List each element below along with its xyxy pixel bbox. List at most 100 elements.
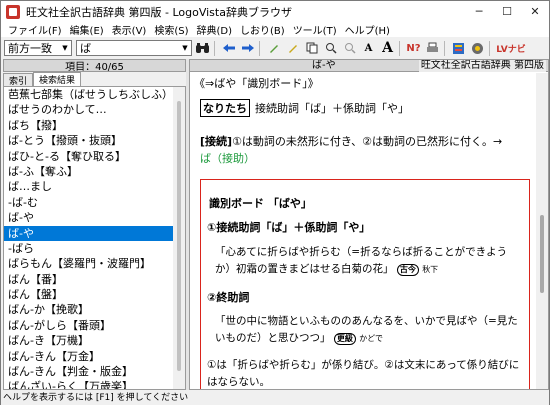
- list-item[interactable]: ばらもん【婆羅門・波羅門】: [4, 256, 173, 271]
- naritachi-line: なりたち 接続助詞「ば」＋係助詞「や」: [200, 99, 409, 117]
- binoculars-icon[interactable]: [194, 40, 211, 57]
- list-item[interactable]: ばせうのわかして…: [4, 102, 173, 117]
- entry-scrollbar[interactable]: [536, 73, 548, 389]
- app-icon: [6, 4, 20, 19]
- toolbar-separator: [259, 40, 260, 56]
- back-arrow-icon[interactable]: [220, 40, 237, 57]
- status-bar: ヘルプを表示するには [F1] を押してください: [1, 392, 549, 405]
- entry-headword[interactable]: 《⇒ばや「識別ボード」》: [194, 75, 319, 91]
- entry-content: 《⇒ばや「識別ボード」》 なりたち 接続助詞「ば」＋係助詞「や」 [接続]①は動…: [190, 73, 536, 389]
- board-title: 識別ボード 「ばや」: [209, 197, 312, 210]
- print-icon[interactable]: [424, 40, 441, 57]
- source-section: かどで: [359, 334, 384, 343]
- window-title: 旺文社全訳古語辞典 第四版 - LogoVista辞典ブラウザ: [26, 5, 292, 19]
- list-item[interactable]: ばんざい-らく【万歳楽】: [4, 379, 173, 389]
- toolbar-separator: [214, 40, 215, 56]
- zoom-in-icon[interactable]: [322, 40, 339, 57]
- search-input-value: ば: [80, 42, 91, 55]
- connection-paragraph: [接続]①は動詞の未然形に付き、②は動詞の已然形に付く。→ ば（接助）: [200, 133, 532, 167]
- scrollbar-thumb[interactable]: [177, 101, 181, 371]
- scrollbar-thumb[interactable]: [540, 215, 544, 293]
- entry-header-dictionary: 旺文社全訳古語辞典 第四版: [418, 60, 546, 72]
- window-controls: ─ ☐ ✕: [465, 1, 549, 21]
- source-section: 秋下: [422, 265, 439, 274]
- left-tabs: 索引 検索結果: [3, 72, 186, 87]
- entry-header-word: ば-や: [312, 60, 336, 71]
- list-item[interactable]: ばん-か【挽歌】: [4, 302, 173, 317]
- list-item[interactable]: ば…まし: [4, 179, 173, 194]
- tab-search-results[interactable]: 検索結果: [33, 72, 82, 86]
- search-input[interactable]: ば ▼: [76, 40, 192, 56]
- board-note: ①は「折らばや折らむ」が係り結び。②は文末にあって係り結びにはならない。: [207, 359, 520, 388]
- menu-view[interactable]: 表示(V): [108, 22, 151, 37]
- connection-link[interactable]: ば（接助）: [200, 152, 255, 165]
- board-example-2: 「世の中に物語といふもののあんなるを、いかで見ばや（=見たいものだ）と思ひつつ」…: [215, 313, 520, 347]
- connection-text: ①は動詞の未然形に付き、②は動詞の已然形に付く。→: [232, 135, 503, 148]
- list-item[interactable]: 芭蕉七部集（ばせうしちぶしふ）: [4, 87, 173, 102]
- highlighter-icon[interactable]: [284, 40, 301, 57]
- zoom-out-icon[interactable]: [341, 40, 358, 57]
- list-item[interactable]: ばん-きん【万金】: [4, 349, 173, 364]
- identification-board: 識別ボード 「ばや」 ①接続助詞「ば」＋係助詞「や」 「心あてに折らばや折らむ（…: [200, 179, 530, 389]
- menu-edit[interactable]: 編集(E): [66, 22, 108, 37]
- chevron-down-icon: ▼: [182, 44, 188, 52]
- list-item[interactable]: ばん-き【万機】: [4, 333, 173, 348]
- entry-header: ば-や 旺文社全訳古語辞典 第四版: [190, 60, 548, 72]
- list-item[interactable]: ば-や: [4, 225, 173, 241]
- results-scrollbar[interactable]: [173, 87, 185, 389]
- list-item[interactable]: ば-ふ【奪ふ】: [4, 164, 173, 179]
- lv-navi-button[interactable]: LVナビ: [495, 40, 527, 57]
- minimize-button[interactable]: ─: [465, 1, 493, 21]
- toolbar-separator: [399, 40, 400, 56]
- left-pane: 項目：40/65 索引 検索結果 芭蕉七部集（ばせうしちぶしふ） ばせうのわかして…: [3, 59, 186, 390]
- copy-icon[interactable]: [303, 40, 320, 57]
- pencil-icon[interactable]: [265, 40, 282, 57]
- entry-pane: ば-や 旺文社全訳古語辞典 第四版 《⇒ばや「識別ボード」》 なりたち 接続助詞…: [189, 59, 549, 390]
- menu-file[interactable]: ファイル(F): [4, 22, 66, 37]
- list-item[interactable]: ばん【番】: [4, 272, 173, 287]
- dictionary-list-icon[interactable]: [450, 40, 467, 57]
- tab-index[interactable]: 索引: [3, 73, 34, 87]
- list-item[interactable]: -ば-む: [4, 195, 173, 210]
- menu-bar: ファイル(F) 編集(E) 表示(V) 検索(S) 辞典(D) しおり(B) ツ…: [1, 22, 549, 37]
- list-item[interactable]: ば-とう【撥頭・抜頭】: [4, 133, 173, 148]
- search-mode-select[interactable]: 前方一致 ▼: [4, 40, 72, 56]
- maximize-button[interactable]: ☐: [493, 1, 521, 21]
- source-badge[interactable]: 古今: [396, 264, 419, 276]
- menu-tools[interactable]: ツール(T): [289, 22, 341, 37]
- chevron-down-icon: ▼: [62, 44, 68, 52]
- board-example-1-text: 「心あてに折らばや折らむ（=折るならば折ることができようか）初霜の置きまどはせる…: [215, 246, 508, 275]
- list-item[interactable]: ばん-きん【判金・版金】: [4, 364, 173, 379]
- app-window: 旺文社全訳古語辞典 第四版 - LogoVista辞典ブラウザ ─ ☐ ✕ ファ…: [0, 0, 550, 405]
- menu-help[interactable]: ヘルプ(H): [341, 22, 394, 37]
- menu-dictionary[interactable]: 辞典(D): [193, 22, 237, 37]
- connection-label: [接続]: [200, 135, 233, 148]
- close-button[interactable]: ✕: [521, 1, 549, 21]
- font-larger-icon[interactable]: A: [379, 40, 396, 57]
- menu-search[interactable]: 検索(S): [150, 22, 192, 37]
- item-counter: 項目：40/65: [3, 59, 186, 73]
- settings-icon[interactable]: [469, 40, 486, 57]
- toolbar-separator: [489, 40, 490, 56]
- list-item[interactable]: -ばら: [4, 241, 173, 256]
- font-smaller-icon[interactable]: A: [360, 40, 377, 57]
- search-mode-value: 前方一致: [8, 42, 52, 55]
- menu-bookmark[interactable]: しおり(B): [236, 22, 289, 37]
- list-item[interactable]: ばち【撥】: [4, 118, 173, 133]
- help-icon[interactable]: N?: [405, 40, 422, 57]
- board-example-1: 「心あてに折らばや折らむ（=折るならば折ることができようか）初霜の置きまどはせる…: [215, 244, 515, 278]
- list-item[interactable]: ばん【盤】: [4, 287, 173, 302]
- board-heading-1: ①接続助詞「ば」＋係助詞「や」: [207, 221, 371, 234]
- list-item[interactable]: ばひ-と-る【奪ひ取る】: [4, 149, 173, 164]
- results-list: 芭蕉七部集（ばせうしちぶしふ） ばせうのわかして… ばち【撥】 ば-とう【撥頭・抜頭】…: [3, 86, 186, 390]
- list-item[interactable]: ば-や: [4, 210, 173, 225]
- toolbar: 前方一致 ▼ ば ▼ A A N? LVナビ: [1, 38, 549, 58]
- title-bar: 旺文社全訳古語辞典 第四版 - LogoVista辞典ブラウザ ─ ☐ ✕: [1, 1, 549, 22]
- naritachi-label: なりたち: [200, 99, 250, 117]
- forward-arrow-icon[interactable]: [239, 40, 256, 57]
- source-badge[interactable]: 更級: [333, 333, 356, 345]
- board-heading-2: ②終助詞: [207, 291, 250, 304]
- toolbar-separator: [444, 40, 445, 56]
- naritachi-text: 接続助詞「ば」＋係助詞「や」: [255, 102, 409, 115]
- list-item[interactable]: ばん-がしら【番頭】: [4, 318, 173, 333]
